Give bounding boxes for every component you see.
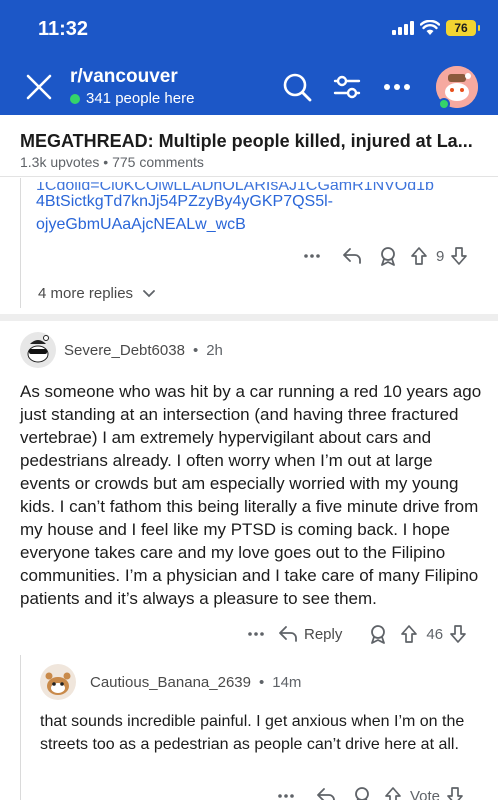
downvote-icon (450, 625, 466, 643)
status-time: 11:32 (38, 18, 89, 40)
overflow-button[interactable] (298, 253, 326, 259)
more-replies-button[interactable]: 4 more replies (38, 285, 155, 302)
signal-icon (392, 21, 414, 35)
avatar[interactable] (20, 332, 56, 368)
award-button[interactable] (344, 786, 380, 800)
award-button[interactable] (360, 624, 396, 644)
dot-separator: • (258, 673, 265, 691)
reply-label: Reply (304, 625, 343, 643)
reply-button[interactable]: Reply (278, 625, 342, 643)
post-title[interactable]: MEGATHREAD: Multiple people killed, inju… (20, 131, 473, 152)
online-status-dot (438, 98, 450, 110)
comment-header: Cautious_Banana_2639 • 14m (40, 664, 301, 700)
reply-button[interactable] (308, 787, 344, 800)
downvote-button[interactable] (448, 246, 470, 266)
search-icon (283, 73, 312, 102)
more-icon (278, 794, 294, 798)
reply-button[interactable] (334, 247, 370, 265)
upvote-button[interactable] (380, 786, 406, 800)
comment-body: that sounds incredible painful. I get an… (40, 713, 465, 753)
more-button[interactable] (380, 70, 414, 104)
overflow-button[interactable] (242, 631, 270, 637)
upvote-icon (401, 625, 418, 643)
downvote-icon (447, 787, 463, 800)
close-icon (26, 74, 52, 100)
comment-link[interactable]: 1Cgoild=Cj0KCQjwLLADhOLARIsAJ1CGamR1NVOq… (36, 182, 476, 236)
wifi-icon (420, 20, 440, 35)
comment-header: Severe_Debt6038 • 2h (20, 332, 223, 368)
user-avatar[interactable] (436, 66, 478, 110)
downvote-button[interactable] (444, 786, 466, 800)
reply-icon (343, 248, 361, 264)
search-button[interactable] (280, 70, 314, 104)
header-bar: 11:32 76 r/vancouver 341 people here (0, 0, 498, 115)
reply-icon (317, 788, 335, 800)
comment-age: 2h (206, 341, 223, 359)
upvote-button[interactable] (396, 624, 422, 644)
vote-count: 9 (436, 247, 445, 265)
comment-username[interactable]: Cautious_Banana_2639 (90, 674, 251, 691)
comment-username[interactable]: Severe_Debt6038 (64, 342, 185, 359)
thread-line[interactable] (20, 178, 21, 308)
subreddit-name[interactable]: r/vancouver (70, 66, 178, 88)
thread-line[interactable] (20, 655, 21, 800)
more-icon (248, 632, 264, 636)
upvote-icon (411, 247, 427, 265)
comment-body: As someone who was hit by a car running … (20, 382, 482, 608)
comment-actions: 9 (298, 246, 470, 266)
comment-actions: Vote (272, 786, 466, 800)
upvote-button[interactable] (406, 246, 432, 266)
comment-separator (0, 314, 498, 321)
link-line-2: ojyeGbmUAaAjcNEALw_wcB (36, 216, 246, 233)
snoo-avatar-icon (20, 332, 56, 368)
reply-icon (279, 626, 297, 642)
downvote-icon (451, 247, 468, 265)
snoo-avatar-icon (40, 664, 76, 700)
post-meta: 1.3k upvotes • 775 comments (20, 154, 204, 170)
online-label: 341 people here (86, 90, 195, 107)
close-button[interactable] (22, 70, 56, 104)
more-icon (384, 84, 410, 90)
status-indicators: 76 (392, 20, 480, 36)
downvote-button[interactable] (447, 624, 469, 644)
dot-separator: • (192, 341, 199, 359)
battery-indicator: 76 (446, 20, 480, 36)
post-header[interactable]: MEGATHREAD: Multiple people killed, inju… (0, 115, 498, 177)
award-icon (371, 625, 386, 644)
link-line-1: 4BtSictkgTd7knJj54PZzyBy4yGKP7QS5l- (36, 193, 334, 210)
overflow-button[interactable] (272, 793, 300, 799)
award-icon (355, 787, 369, 800)
award-button[interactable] (370, 246, 406, 266)
vote-label: Vote (410, 787, 441, 800)
online-dot-icon (70, 93, 80, 104)
avatar[interactable] (40, 664, 76, 700)
comment-actions: Reply 46 (242, 624, 469, 644)
award-icon (381, 247, 395, 266)
online-count: 341 people here (70, 90, 194, 107)
comment-age: 14m (272, 673, 302, 691)
more-replies-label: 4 more replies (38, 285, 134, 302)
more-icon (304, 254, 320, 258)
link-cut-line: 1Cgoild=Cj0KCQjwLLADhOLARIsAJ1CGamR1NVOq… (36, 182, 476, 190)
filter-button[interactable] (330, 70, 364, 104)
filter-icon (333, 75, 361, 99)
app: 11:32 76 r/vancouver 341 people here MEG… (0, 0, 498, 800)
vote-count: 46 (426, 625, 444, 643)
chevron-down-icon (143, 289, 155, 297)
upvote-icon (385, 787, 401, 800)
